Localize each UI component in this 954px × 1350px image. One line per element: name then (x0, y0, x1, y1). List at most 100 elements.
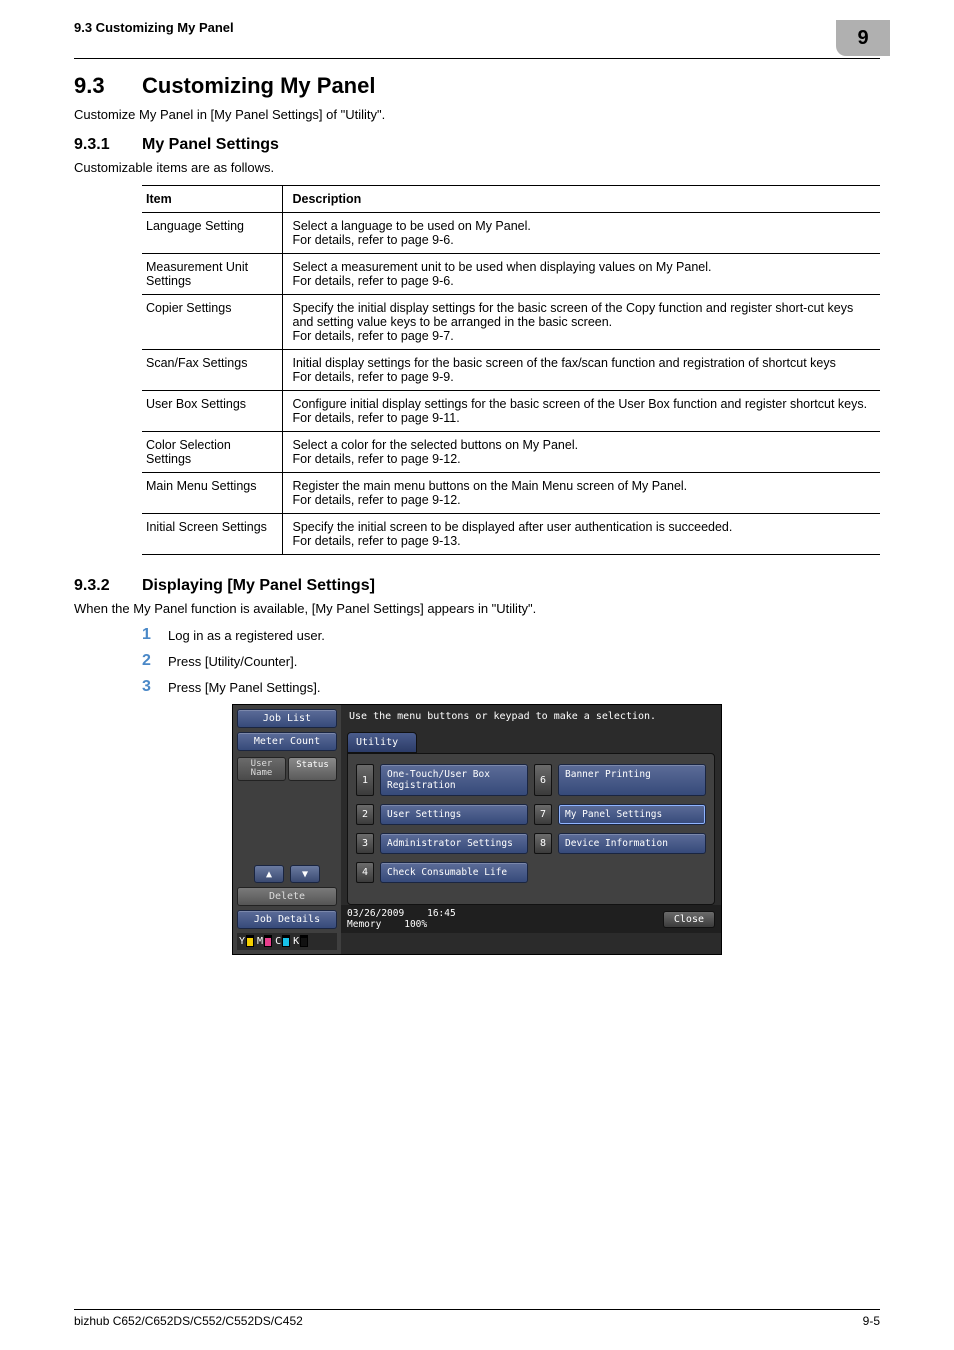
table-cell-desc: Specify the initial screen to be display… (282, 514, 880, 555)
arrow-down-button[interactable]: ▼ (290, 865, 320, 883)
header-section-label: 9.3 Customizing My Panel (74, 20, 234, 35)
table-head-item: Item (142, 186, 282, 213)
menu-button[interactable]: Check Consumable Life (380, 862, 528, 883)
subsection-number: 9.3.2 (74, 577, 142, 595)
table-row: Copier SettingsSpecify the initial displ… (142, 295, 880, 350)
status-time: 16:45 (427, 908, 456, 919)
table-row: Main Menu SettingsRegister the main menu… (142, 473, 880, 514)
utility-tab[interactable]: Utility (347, 732, 417, 753)
section-number: 9.3 (74, 73, 142, 99)
menu-number: 7 (534, 804, 552, 825)
tab-username[interactable]: User Name (237, 757, 286, 781)
job-list-button[interactable]: Job List (237, 709, 337, 728)
subsection-number: 9.3.1 (74, 136, 142, 154)
status-memory-label: Memory (347, 919, 381, 930)
page-footer: bizhub C652/C652DS/C552/C552DS/C452 9-5 (74, 1309, 880, 1328)
table-cell-item: Measurement Unit Settings (142, 254, 282, 295)
arrow-up-button[interactable]: ▲ (254, 865, 284, 883)
toner-indicator: M (257, 935, 272, 947)
toner-bar (264, 935, 272, 947)
table-row: Language SettingSelect a language to be … (142, 213, 880, 254)
menu-number: 2 (356, 804, 374, 825)
footer-page-number: 9-5 (863, 1314, 880, 1328)
table-cell-desc: Select a language to be used on My Panel… (282, 213, 880, 254)
toner-label: C (275, 936, 281, 947)
delete-button[interactable]: Delete (237, 887, 337, 906)
footer-model: bizhub C652/C652DS/C552/C552DS/C452 (74, 1314, 303, 1328)
step-item: 2Press [Utility/Counter]. (142, 652, 880, 670)
table-row: Measurement Unit SettingsSelect a measur… (142, 254, 880, 295)
menu-button-my-panel-settings[interactable]: My Panel Settings (558, 804, 706, 825)
toner-indicator: Y (239, 935, 254, 947)
status-bar-left: 03/26/2009 16:45 Memory 100% (347, 908, 456, 930)
subsection-body: Customizable items are as follows. (74, 160, 880, 175)
subsection-title: My Panel Settings (142, 136, 279, 154)
toner-status: Y MC K (237, 933, 337, 950)
table-cell-desc: Configure initial display settings for t… (282, 391, 880, 432)
menu-number: 8 (534, 833, 552, 854)
panel-main: Use the menu buttons or keypad to make a… (341, 705, 721, 954)
table-cell-desc: Register the main menu buttons on the Ma… (282, 473, 880, 514)
job-details-button[interactable]: Job Details (237, 910, 337, 929)
steps-list: 1Log in as a registered user.2Press [Uti… (142, 626, 880, 696)
menu-number: 4 (356, 862, 374, 883)
tab-status[interactable]: Status (288, 757, 337, 781)
panel-sidebar: Job List Meter Count User Name Status ▲ … (233, 705, 341, 954)
step-text: Press [My Panel Settings]. (168, 678, 320, 695)
table-cell-item: Scan/Fax Settings (142, 350, 282, 391)
subsection-body: When the My Panel function is available,… (74, 601, 880, 616)
step-number: 2 (142, 652, 168, 670)
menu-button[interactable]: Device Information (558, 833, 706, 854)
toner-bar (282, 935, 290, 947)
step-number: 1 (142, 626, 168, 644)
table-cell-desc: Specify the initial display settings for… (282, 295, 880, 350)
menu-button[interactable]: One-Touch/User Box Registration (380, 764, 528, 796)
menu-button[interactable]: Banner Printing (558, 764, 706, 796)
step-item: 3Press [My Panel Settings]. (142, 678, 880, 696)
panel-instruction: Use the menu buttons or keypad to make a… (341, 705, 721, 728)
table-row: Initial Screen SettingsSpecify the initi… (142, 514, 880, 555)
toner-bar (246, 935, 254, 947)
meter-count-button[interactable]: Meter Count (237, 732, 337, 751)
subsection-title: Displaying [My Panel Settings] (142, 577, 375, 595)
table-cell-item: Color Selection Settings (142, 432, 282, 473)
toner-label: Y (239, 936, 245, 947)
toner-bar (300, 935, 308, 947)
menu-number: 1 (356, 764, 374, 796)
subsection-heading: 9.3.2 Displaying [My Panel Settings] (74, 577, 880, 595)
subsection-heading: 9.3.1 My Panel Settings (74, 136, 880, 154)
table-cell-item: Copier Settings (142, 295, 282, 350)
header-rule (74, 58, 880, 59)
section-heading: 9.3 Customizing My Panel (74, 73, 880, 99)
table-cell-item: Initial Screen Settings (142, 514, 282, 555)
section-body: Customize My Panel in [My Panel Settings… (74, 107, 880, 122)
table-cell-item: User Box Settings (142, 391, 282, 432)
table-row: User Box SettingsConfigure initial displ… (142, 391, 880, 432)
step-text: Press [Utility/Counter]. (168, 652, 297, 669)
table-cell-item: Main Menu Settings (142, 473, 282, 514)
table-head-desc: Description (282, 186, 880, 213)
step-number: 3 (142, 678, 168, 696)
close-button[interactable]: Close (663, 911, 715, 928)
table-row: Scan/Fax SettingsInitial display setting… (142, 350, 880, 391)
device-panel-screenshot: Job List Meter Count User Name Status ▲ … (232, 704, 722, 955)
menu-number: 3 (356, 833, 374, 854)
table-cell-item: Language Setting (142, 213, 282, 254)
menu-button[interactable]: Administrator Settings (380, 833, 528, 854)
section-title: Customizing My Panel (142, 73, 375, 99)
step-text: Log in as a registered user. (168, 626, 325, 643)
status-date: 03/26/2009 (347, 908, 404, 919)
status-memory-value: 100% (404, 919, 427, 930)
menu-button[interactable]: User Settings (380, 804, 528, 825)
menu-number: 6 (534, 764, 552, 796)
settings-table: Item Description Language SettingSelect … (142, 185, 880, 555)
toner-label: K (293, 936, 299, 947)
table-cell-desc: Select a color for the selected buttons … (282, 432, 880, 473)
toner-indicator: C (275, 935, 290, 947)
step-item: 1Log in as a registered user. (142, 626, 880, 644)
chapter-badge: 9 (836, 20, 890, 56)
running-header: 9.3 Customizing My Panel 9 (74, 0, 880, 56)
table-cell-desc: Select a measurement unit to be used whe… (282, 254, 880, 295)
table-cell-desc: Initial display settings for the basic s… (282, 350, 880, 391)
toner-indicator: K (293, 935, 308, 947)
